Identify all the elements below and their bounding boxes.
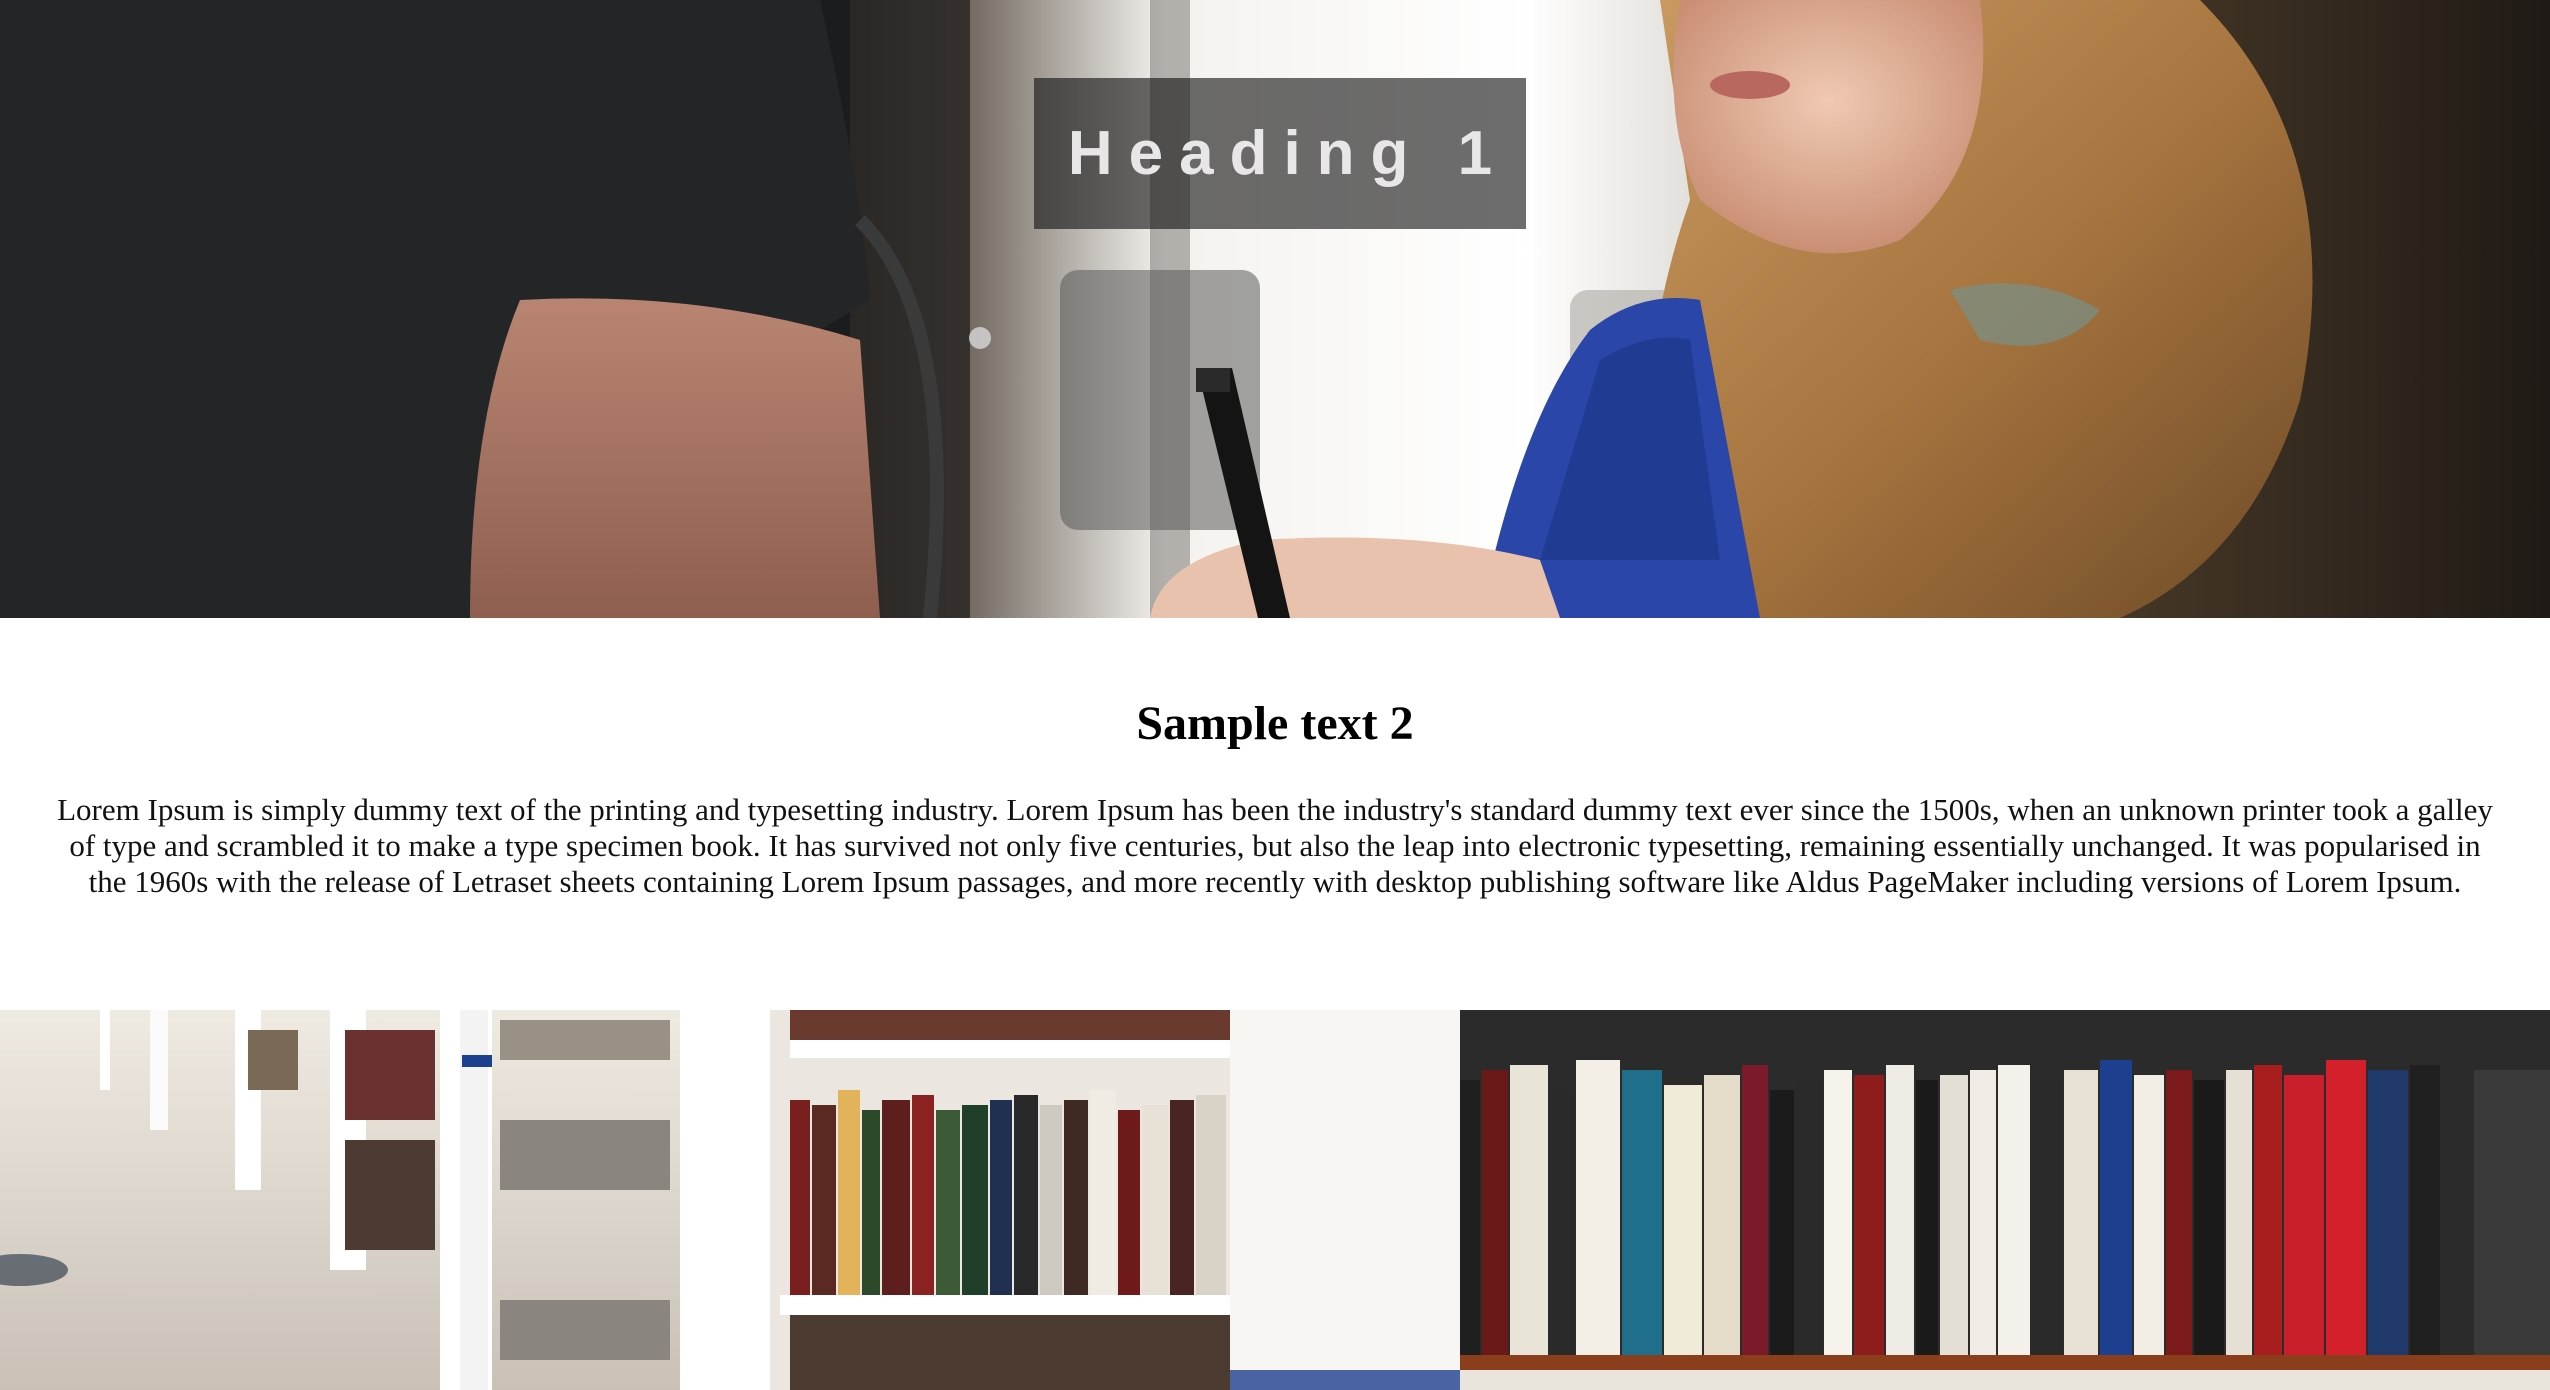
body-paragraph: Lorem Ipsum is simply dummy text of the … (57, 792, 2493, 899)
hero-title-box: Heading 1 (1034, 78, 1526, 229)
library-banner (0, 1010, 2550, 1390)
hero-section: Heading 1 (0, 0, 2550, 618)
section-heading: Sample text 2 (1136, 697, 1414, 750)
library-shelves-photo (0, 1010, 2550, 1390)
hero-heading: Heading 1 (1067, 118, 1509, 188)
content-section: Sample text 2 Lorem Ipsum is simply dumm… (0, 618, 2550, 1010)
